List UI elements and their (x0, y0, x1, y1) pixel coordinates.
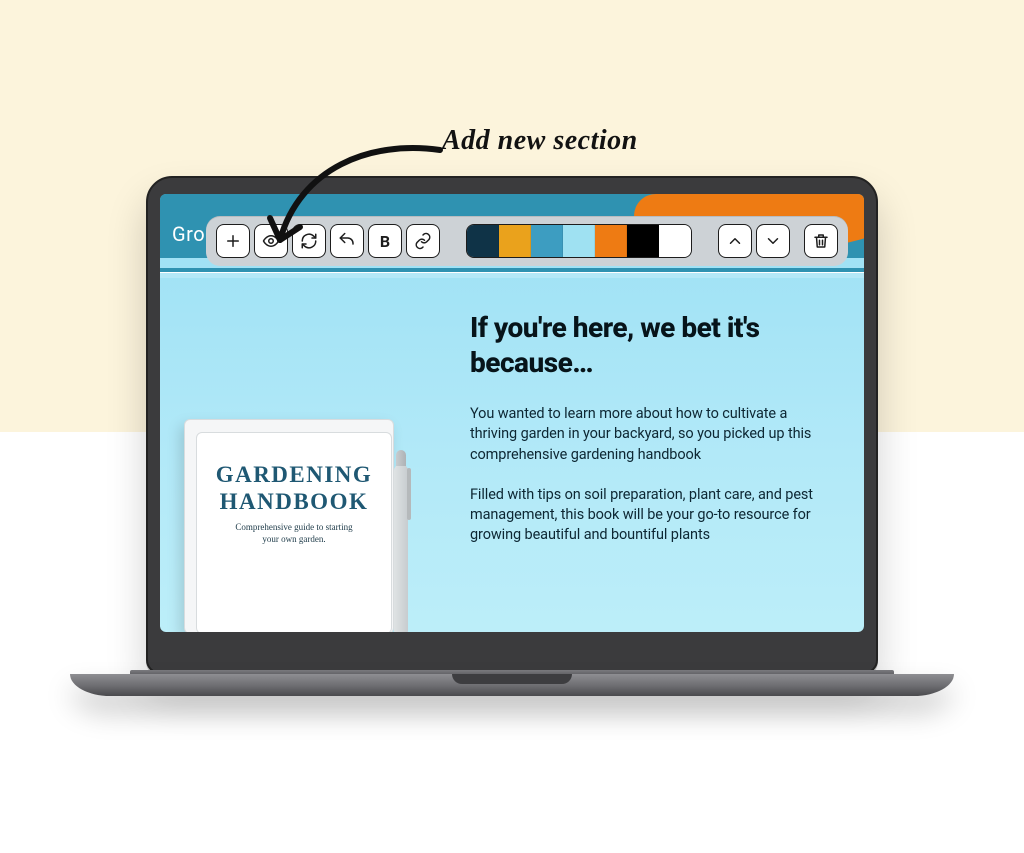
laptop-screen: Gro B (160, 194, 864, 632)
link-button[interactable] (406, 224, 440, 258)
annotation-label: Add new section (442, 125, 638, 157)
color-swatch-3[interactable] (531, 225, 563, 257)
color-palette (466, 224, 692, 258)
hero-image-column: GARDENING HANDBOOK Comprehensive guide t… (160, 272, 460, 632)
page-content: GARDENING HANDBOOK Comprehensive guide t… (160, 272, 864, 632)
color-swatch-7[interactable] (659, 225, 691, 257)
refresh-button[interactable] (292, 224, 326, 258)
delete-section-button[interactable] (804, 224, 838, 258)
undo-button[interactable] (330, 224, 364, 258)
undo-icon (338, 232, 356, 250)
hero-title: If you're here, we bet it's because… (470, 310, 838, 380)
add-section-button[interactable] (216, 224, 250, 258)
color-swatch-4[interactable] (563, 225, 595, 257)
move-down-button[interactable] (756, 224, 790, 258)
pen-graphic (394, 464, 408, 632)
refresh-icon (300, 232, 318, 250)
color-swatch-6[interactable] (627, 225, 659, 257)
preview-button[interactable] (254, 224, 288, 258)
hero-paragraph-2: Filled with tips on soil preparation, pl… (470, 485, 830, 546)
laptop-mockup: Gro B (130, 176, 894, 712)
brand-fragment: Gro (172, 222, 205, 246)
chevron-up-icon (726, 232, 744, 250)
hero-text-column[interactable]: If you're here, we bet it's because… You… (460, 272, 864, 632)
color-swatch-1[interactable] (467, 225, 499, 257)
section-toolbar: B (206, 216, 848, 266)
color-swatch-5[interactable] (595, 225, 627, 257)
page-editor: Gro B (160, 194, 864, 632)
eye-icon (262, 232, 280, 250)
bold-icon: B (380, 232, 390, 251)
toolbar-move-group (718, 224, 790, 258)
book-title: GARDENING HANDBOOK (211, 461, 377, 515)
color-swatch-2[interactable] (499, 225, 531, 257)
book-mockup: GARDENING HANDBOOK Comprehensive guide t… (174, 394, 434, 632)
trash-icon (812, 232, 830, 250)
chevron-down-icon (764, 232, 782, 250)
bold-button[interactable]: B (368, 224, 402, 258)
book-subtitle: Comprehensive guide to starting your own… (211, 521, 377, 545)
toolbar-main-group: B (216, 224, 440, 258)
plus-icon (224, 232, 242, 250)
hero-paragraph-1: You wanted to learn more about how to cu… (470, 404, 830, 465)
link-icon (414, 232, 432, 250)
move-up-button[interactable] (718, 224, 752, 258)
